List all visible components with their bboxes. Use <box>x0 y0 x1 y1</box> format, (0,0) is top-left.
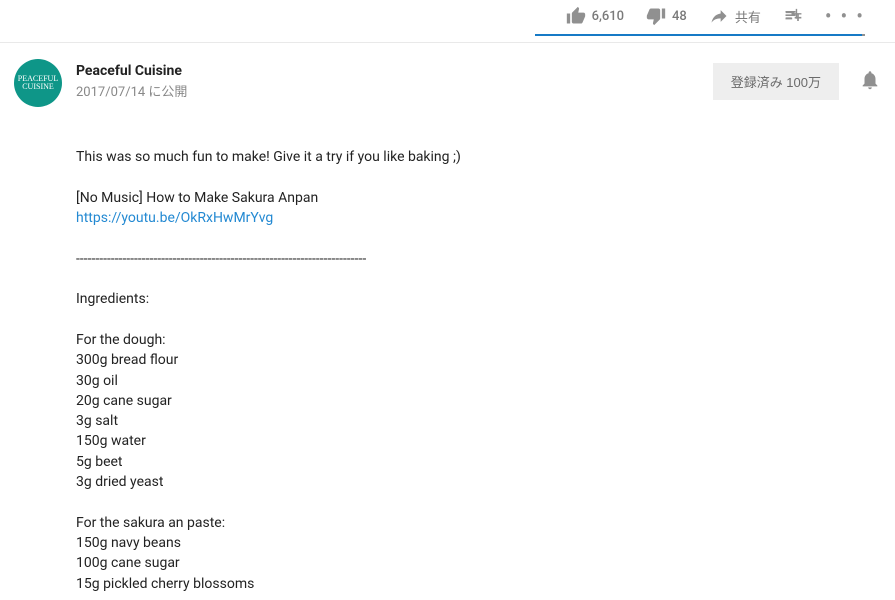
right-actions: 登録済み 100万 <box>713 59 881 100</box>
desc-alt-title: [No Music] How to Make Sakura Anpan <box>76 190 318 206</box>
dough-header: For the dough: <box>76 332 166 348</box>
dough-lines: 300g bread flour 30g oil 20g cane sugar … <box>76 352 178 490</box>
more-icon: • • • <box>825 4 865 28</box>
share-icon <box>709 6 729 26</box>
playlist-add-icon <box>783 6 803 26</box>
like-button[interactable]: 6,610 <box>566 6 624 26</box>
action-bar: 6,610 48 共有 • • • <box>0 0 895 34</box>
like-count: 6,610 <box>592 9 624 24</box>
bell-icon <box>859 69 881 91</box>
share-label: 共有 <box>735 7 761 26</box>
notification-bell[interactable] <box>859 69 881 95</box>
ingredients-header: Ingredients: <box>76 291 149 307</box>
channel-row: PEACEFUL CUISINE Peaceful Cuisine 2017/0… <box>0 59 895 107</box>
more-actions-button[interactable]: • • • <box>825 6 865 26</box>
add-to-button[interactable] <box>783 6 803 26</box>
channel-name[interactable]: Peaceful Cuisine <box>76 63 713 79</box>
desc-divider: ----------------------------------------… <box>76 251 366 267</box>
share-button[interactable]: 共有 <box>709 6 761 26</box>
dislike-count: 48 <box>672 9 687 24</box>
sentiment-bar <box>535 34 865 36</box>
like-ratio-bar <box>535 34 862 36</box>
channel-info: Peaceful Cuisine 2017/07/14 に公開 <box>76 59 713 100</box>
publish-date: 2017/07/14 に公開 <box>76 81 713 100</box>
thumbs-up-icon <box>566 6 586 26</box>
paste-lines: 150g navy beans 100g cane sugar 15g pick… <box>76 535 254 592</box>
thumbs-down-icon <box>646 6 666 26</box>
channel-avatar[interactable]: PEACEFUL CUISINE <box>14 59 62 107</box>
divider <box>0 42 895 43</box>
desc-link[interactable]: https://youtu.be/OkRxHwMrYvg <box>76 210 273 226</box>
video-description: This was so much fun to make! Give it a … <box>0 107 895 594</box>
dislike-button[interactable]: 48 <box>646 6 687 26</box>
paste-header: For the sakura an paste: <box>76 515 225 531</box>
desc-intro: This was so much fun to make! Give it a … <box>76 149 461 165</box>
subscribe-button[interactable]: 登録済み 100万 <box>713 63 839 100</box>
